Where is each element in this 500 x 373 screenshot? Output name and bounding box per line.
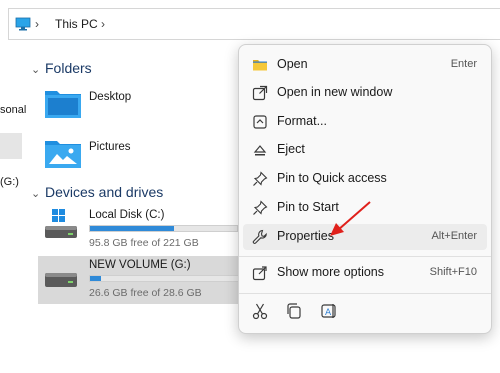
menu-item-label: Format... xyxy=(277,114,328,128)
menu-item-label: Open in new window xyxy=(277,85,393,99)
menu-item-shortcut: Alt+Enter xyxy=(431,230,477,242)
drive-usage-fill xyxy=(90,276,101,281)
folders-heading[interactable]: Folders xyxy=(45,60,92,76)
address-bar[interactable]: › This PC › xyxy=(8,8,500,40)
share-icon xyxy=(252,266,267,281)
folders-collapse-icon[interactable]: ⌄ xyxy=(31,63,40,76)
open-new-window-icon xyxy=(252,85,268,101)
breadcrumb-chevron-icon[interactable]: › xyxy=(101,17,105,31)
menu-item-open[interactable]: Open Enter xyxy=(243,52,487,78)
drive-usage-fill xyxy=(90,226,174,231)
pin-icon xyxy=(253,171,268,186)
breadcrumb-separator-icon[interactable]: › xyxy=(35,17,39,31)
drive-usage-bar xyxy=(89,275,248,282)
menu-item-label: Open xyxy=(277,57,308,71)
drive-item-c[interactable]: Local Disk (C:) 95.8 GB free of 221 GB xyxy=(38,206,248,252)
drive-label: Local Disk (C:) xyxy=(89,209,165,221)
folder-open-icon xyxy=(253,60,267,71)
svg-text:A: A xyxy=(325,308,332,318)
breadcrumb-this-pc[interactable]: This PC xyxy=(55,17,98,31)
drive-usage-bar xyxy=(89,225,238,232)
menu-item-pin-quick-access[interactable]: Pin to Quick access xyxy=(243,166,487,192)
wrench-icon xyxy=(252,229,267,244)
menu-item-show-more-options[interactable]: Show more options Shift+F10 xyxy=(243,260,487,286)
devices-collapse-icon[interactable]: ⌄ xyxy=(31,187,40,200)
folder-label: Pictures xyxy=(89,141,131,153)
nav-item-drive-g-fragment[interactable]: (G:) xyxy=(0,176,19,188)
menu-item-eject[interactable]: Eject xyxy=(243,137,487,163)
menu-item-open-new-window[interactable]: Open in new window xyxy=(243,80,487,106)
menu-item-label: Pin to Quick access xyxy=(277,171,387,185)
drive-icon xyxy=(45,273,77,287)
pictures-folder-icon xyxy=(45,141,81,168)
nav-item-personal-fragment[interactable]: sonal xyxy=(0,104,26,116)
menu-item-format[interactable]: Format... xyxy=(243,109,487,135)
menu-separator xyxy=(239,256,491,257)
folder-item-desktop[interactable]: Desktop xyxy=(44,86,244,122)
nav-item-selected[interactable] xyxy=(0,133,22,159)
drive-label: NEW VOLUME (G:) xyxy=(89,259,191,271)
pin-icon xyxy=(253,200,268,215)
drive-free-space: 95.8 GB free of 221 GB xyxy=(89,237,199,249)
windows-drive-icon xyxy=(45,209,77,238)
menu-item-shortcut: Shift+F10 xyxy=(429,266,477,278)
eject-icon xyxy=(253,145,267,156)
folder-item-pictures[interactable]: Pictures xyxy=(44,136,244,172)
copy-icon[interactable] xyxy=(285,302,303,320)
menu-item-shortcut: Enter xyxy=(450,58,477,70)
rename-icon[interactable]: A xyxy=(320,302,338,320)
folder-label: Desktop xyxy=(89,91,132,103)
context-menu: Open Enter Open in new window Format... … xyxy=(238,44,492,334)
format-icon xyxy=(253,115,267,129)
menu-separator xyxy=(239,293,491,294)
menu-item-label: Eject xyxy=(277,142,305,156)
desktop-folder-icon xyxy=(45,91,81,118)
cut-icon[interactable] xyxy=(251,302,269,320)
menu-item-label: Show more options xyxy=(277,265,385,279)
annotation-arrow xyxy=(330,201,371,236)
devices-heading[interactable]: Devices and drives xyxy=(45,184,163,200)
this-pc-icon xyxy=(15,17,31,31)
drive-free-space: 26.6 GB free of 28.6 GB xyxy=(89,287,202,299)
drive-item-g[interactable]: NEW VOLUME (G:) 26.6 GB free of 28.6 GB xyxy=(38,256,248,304)
